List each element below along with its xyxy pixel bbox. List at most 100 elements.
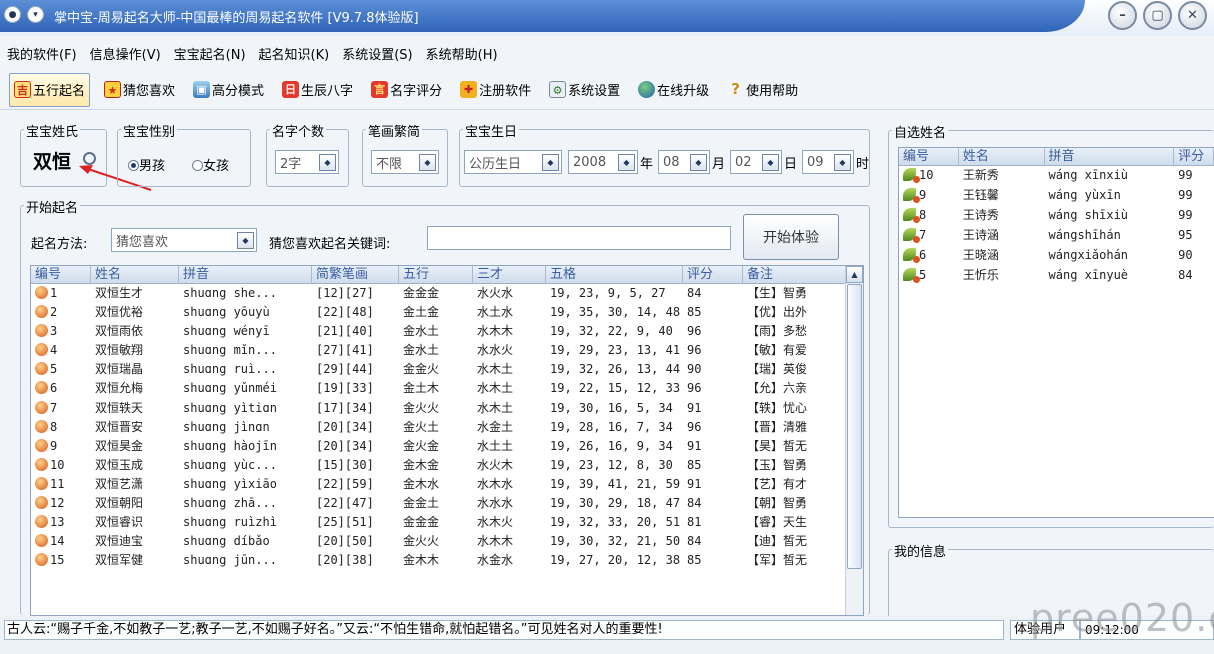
table-row[interactable]: 9 双恒昊金 shuɑng hàojīn [20][34] 金火金 水土土 19, 26, … — [31, 437, 863, 456]
keyword-input[interactable] — [427, 226, 731, 250]
cell-remark: 【艺】有才 — [743, 475, 847, 494]
toolbar-guess-button[interactable]: ★ 猜您喜欢 — [100, 73, 179, 107]
header-name[interactable]: 姓名 — [91, 266, 179, 284]
cell-sancai-text: 水木土 — [477, 400, 514, 415]
toolbar-upgrade-button[interactable]: 在线升级 — [634, 73, 713, 107]
table-row[interactable]: 13 双恒睿识 shuɑng ruìzhì [25][51] 金金金 水木火 19, 32,… — [31, 513, 863, 532]
table-row[interactable]: 2 双恒优裕 shuɑng yōuyù [22][48] 金土金 水土水 19, 35, 3… — [31, 303, 863, 322]
cell-sancai: 水火水 — [473, 284, 546, 303]
fav-cell-id: 9 — [899, 186, 959, 206]
header-remark[interactable]: 备注 — [743, 266, 847, 284]
fav-cell-id-text: 7 — [919, 228, 927, 242]
names-scrollbar[interactable]: ▲ — [845, 266, 863, 615]
header-strokes[interactable]: 简繁笔画 — [312, 266, 399, 284]
chevron-down-icon[interactable]: ◆ — [618, 153, 635, 171]
table-row[interactable]: 8 双恒晋安 shuɑng jìnɑn [20][34] 金火土 水金土 19, 28, 1… — [31, 418, 863, 437]
cell-strokes-text: [27][41] — [316, 343, 374, 358]
surname-input[interactable]: 双恒 — [33, 147, 71, 174]
toolbar-register-button[interactable]: ✚ 注册软件 — [456, 73, 535, 107]
maximize-icon[interactable]: ▢ — [1143, 1, 1172, 30]
day-select[interactable]: 02 ◆ — [730, 150, 782, 174]
menu-system-settings[interactable]: 系统设置(S) — [342, 44, 412, 66]
strokes-select[interactable]: 不限 ◆ — [371, 150, 439, 174]
header-pinyin[interactable]: 拼音 — [179, 266, 312, 284]
cell-strokes: [17][34] — [312, 399, 399, 418]
gender-male-radio[interactable]: 男孩 — [128, 155, 165, 174]
menu-baby-naming[interactable]: 宝宝起名(N) — [174, 44, 246, 66]
scroll-up-icon[interactable]: ▲ — [846, 266, 863, 283]
cell-remark-text: 【睿】天生 — [747, 515, 808, 530]
hour-select[interactable]: 09 ◆ — [802, 150, 854, 174]
menu-my-software[interactable]: 我的软件(F) — [7, 44, 77, 66]
chevron-down-icon[interactable]: ◆ — [542, 153, 559, 171]
calendar-type-select[interactable]: 公历生日 ◆ — [464, 150, 562, 174]
minimize-icon[interactable]: – — [1108, 1, 1137, 30]
globe-icon — [638, 81, 656, 98]
fav-cell-score: 95 — [1174, 226, 1214, 246]
fav-header-id[interactable]: 编号 — [899, 148, 959, 166]
table-row[interactable]: 7 双恒轶天 shuɑng yìtiɑn [17][34] 金火火 水木土 19, 30, … — [31, 399, 863, 418]
table-row[interactable]: 11 双恒艺潇 shuɑng yìxiāo [22][59] 金木水 水木水 19, 39,… — [31, 475, 863, 494]
list-item[interactable]: 9 王钰馨 wáng yùxīn 99 — [899, 186, 1214, 206]
toolbar-score-button[interactable]: 言 名字评分 — [367, 73, 446, 107]
chevron-down-icon[interactable]: ◆ — [690, 153, 707, 171]
fav-cell-name-text: 王新秀 — [962, 168, 999, 182]
toolbar-highscore-button[interactable]: ▣ 高分模式 — [189, 73, 268, 107]
namelen-select[interactable]: 2字 ◆ — [275, 150, 339, 174]
month-select[interactable]: 08 ◆ — [658, 150, 710, 174]
method-select[interactable]: 猜您喜欢 ◆ — [111, 228, 257, 252]
menu-system-help[interactable]: 系统帮助(H) — [426, 44, 498, 66]
fav-header-name[interactable]: 姓名 — [959, 148, 1045, 166]
table-row[interactable]: 3 双恒雨依 shuɑng wényī [21][40] 金水土 水木木 19, 32, 2… — [31, 322, 863, 341]
list-item[interactable]: 6 王晓涵 wángxiǎohán 90 — [899, 246, 1214, 266]
chevron-down-icon[interactable]: ◆ — [834, 153, 851, 171]
header-wuxing[interactable]: 五行 — [399, 266, 473, 284]
cell-pinyin: shuɑng yǔnméi — [179, 379, 312, 398]
chevron-down-icon[interactable]: ◆ — [419, 153, 436, 171]
table-row[interactable]: 1 双恒生才 shuɑng she... [12][27] 金金金 水火水 19, 23, … — [31, 284, 863, 303]
cell-id-text: 15 — [50, 553, 65, 568]
gender-female-radio[interactable]: 女孩 — [192, 155, 229, 174]
system-menu-arrow-icon[interactable]: ▾ — [27, 6, 44, 23]
list-item[interactable]: 7 王诗涵 wángshīhán 95 — [899, 226, 1214, 246]
cell-name-text: 双恒朝阳 — [95, 496, 144, 511]
table-row[interactable]: 5 双恒瑞晶 shuɑng ruì... [29][44] 金金火 水木土 19, 32, … — [31, 360, 863, 379]
cell-name: 双恒军健 — [91, 551, 179, 570]
scroll-thumb[interactable] — [847, 284, 862, 569]
table-row[interactable]: 4 双恒敏翔 shuɑng mǐn... [27][41] 金水土 水水火 19, 29, … — [31, 341, 863, 360]
close-icon[interactable]: ✕ — [1178, 1, 1207, 30]
toolbar-help-button[interactable]: ? 使用帮助 — [723, 73, 802, 107]
fav-header-pinyin[interactable]: 拼音 — [1045, 148, 1175, 166]
header-wuge[interactable]: 五格 — [546, 266, 683, 284]
toolbar-bazi-button[interactable]: 日 生辰八字 — [278, 73, 357, 107]
list-item[interactable]: 10 王新秀 wáng xīnxiù 99 — [899, 166, 1214, 186]
cell-pinyin-text: shuɑng ruì... — [183, 362, 277, 377]
table-row[interactable]: 6 双恒允梅 shuɑng yǔnméi [19][33] 金土木 水木土 19, 22, … — [31, 379, 863, 398]
toolbar-settings-button[interactable]: ⚙ 系统设置 — [545, 73, 624, 107]
cell-wuge: 19, 30, 29, 18, 47 — [546, 494, 683, 513]
cell-wuxing-text: 金金金 — [403, 286, 440, 300]
header-id[interactable]: 编号 — [31, 266, 91, 284]
fav-header-score[interactable]: 评分 — [1174, 148, 1214, 166]
start-trial-button[interactable]: 开始体验 — [743, 214, 839, 260]
header-sancai[interactable]: 三才 — [473, 266, 546, 284]
table-row[interactable]: 15 双恒军健 shuɑng jūn... [20][38] 金木木 水金水 19, 27,… — [31, 551, 863, 570]
list-item[interactable]: 5 王忻乐 wáng xīnyuè 84 — [899, 266, 1214, 286]
toolbar-wuxing-button[interactable]: 吉 五行起名 — [9, 72, 91, 107]
cell-score-text: 96 — [687, 381, 702, 396]
table-row[interactable]: 14 双恒迪宝 shuɑng díbǎo [20][50] 金火火 水木木 19, 30, … — [31, 532, 863, 551]
cell-wuxing-text: 金火土 — [403, 419, 440, 434]
menu-naming-knowledge[interactable]: 起名知识(K) — [259, 44, 330, 66]
cell-wuxing: 金金金 — [399, 284, 473, 303]
year-select[interactable]: 2008 ◆ — [568, 150, 638, 174]
chevron-down-icon[interactable]: ◆ — [237, 231, 254, 249]
list-item[interactable]: 8 王诗秀 wáng shīxiù 99 — [899, 206, 1214, 226]
header-score[interactable]: 评分 — [683, 266, 743, 284]
table-row[interactable]: 10 双恒玉成 shuɑng yùc... [15][30] 金木金 水火木 19, 23,… — [31, 456, 863, 475]
menu-info-ops[interactable]: 信息操作(V) — [90, 44, 161, 66]
cell-score: 96 — [683, 322, 743, 341]
system-menu-icon[interactable]: ● — [4, 6, 21, 23]
chevron-down-icon[interactable]: ◆ — [319, 153, 336, 171]
chevron-down-icon[interactable]: ◆ — [762, 153, 779, 171]
table-row[interactable]: 12 双恒朝阳 shuɑng zhā... [22][47] 金金土 水水水 19, 30,… — [31, 494, 863, 513]
